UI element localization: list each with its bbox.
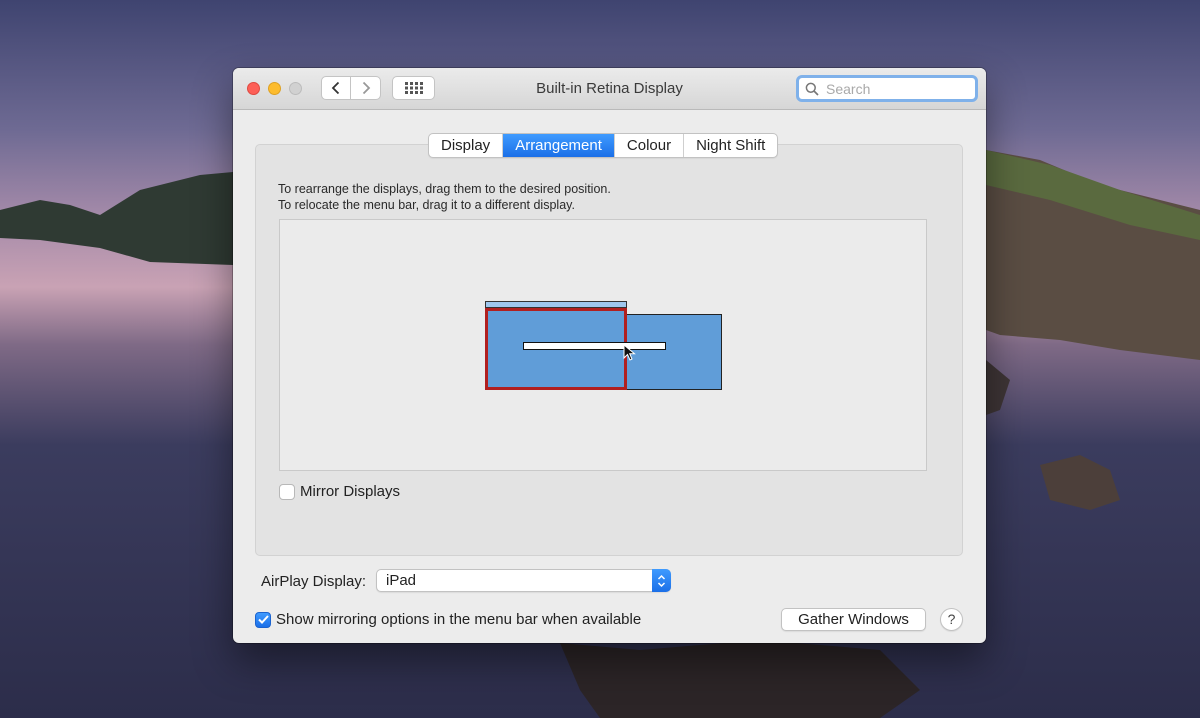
- show-mirroring-option[interactable]: Show mirroring options in the menu bar w…: [255, 611, 641, 628]
- airplay-display-value: iPad: [386, 572, 417, 589]
- tab-arrangement[interactable]: Arrangement: [503, 134, 615, 157]
- mirror-displays-checkbox[interactable]: [279, 483, 295, 500]
- instruction-rearrange: To rearrange the displays, drag them to …: [278, 182, 611, 196]
- gather-windows-button[interactable]: Gather Windows: [781, 608, 926, 631]
- tab-night-shift[interactable]: Night Shift: [684, 134, 777, 157]
- search-icon: [804, 81, 820, 97]
- mirror-displays-label: Mirror Displays: [300, 483, 401, 500]
- mouse-pointer-icon: [623, 344, 636, 361]
- dragging-display-outline[interactable]: [523, 342, 666, 350]
- show-mirroring-checkbox[interactable]: [255, 611, 271, 628]
- checkmark-icon: [257, 615, 269, 624]
- instruction-relocate-menubar: To relocate the menu bar, drag it to a d…: [278, 198, 575, 212]
- show-mirroring-label: Show mirroring options in the menu bar w…: [276, 611, 642, 628]
- secondary-display[interactable]: [626, 314, 722, 390]
- up-down-arrows-icon: [652, 569, 671, 592]
- title-bar: Built-in Retina Display: [233, 68, 986, 110]
- tab-colour[interactable]: Colour: [615, 134, 685, 157]
- mirror-displays-option[interactable]: Mirror Displays: [279, 483, 400, 500]
- tab-display[interactable]: Display: [429, 134, 504, 157]
- search-input[interactable]: [824, 79, 968, 98]
- airplay-display-select[interactable]: iPad: [376, 569, 671, 592]
- airplay-display-label: AirPlay Display:: [261, 573, 367, 590]
- system-preferences-window: Built-in Retina Display Display Arrangem…: [233, 68, 986, 643]
- tab-bar: Display Arrangement Colour Night Shift: [428, 133, 779, 158]
- arrangement-instructions: To rearrange the displays, drag them to …: [278, 181, 611, 213]
- search-field[interactable]: [796, 75, 978, 102]
- help-button[interactable]: ?: [940, 608, 963, 631]
- menu-bar-handle[interactable]: [485, 301, 627, 308]
- display-arrangement-area: [279, 219, 927, 471]
